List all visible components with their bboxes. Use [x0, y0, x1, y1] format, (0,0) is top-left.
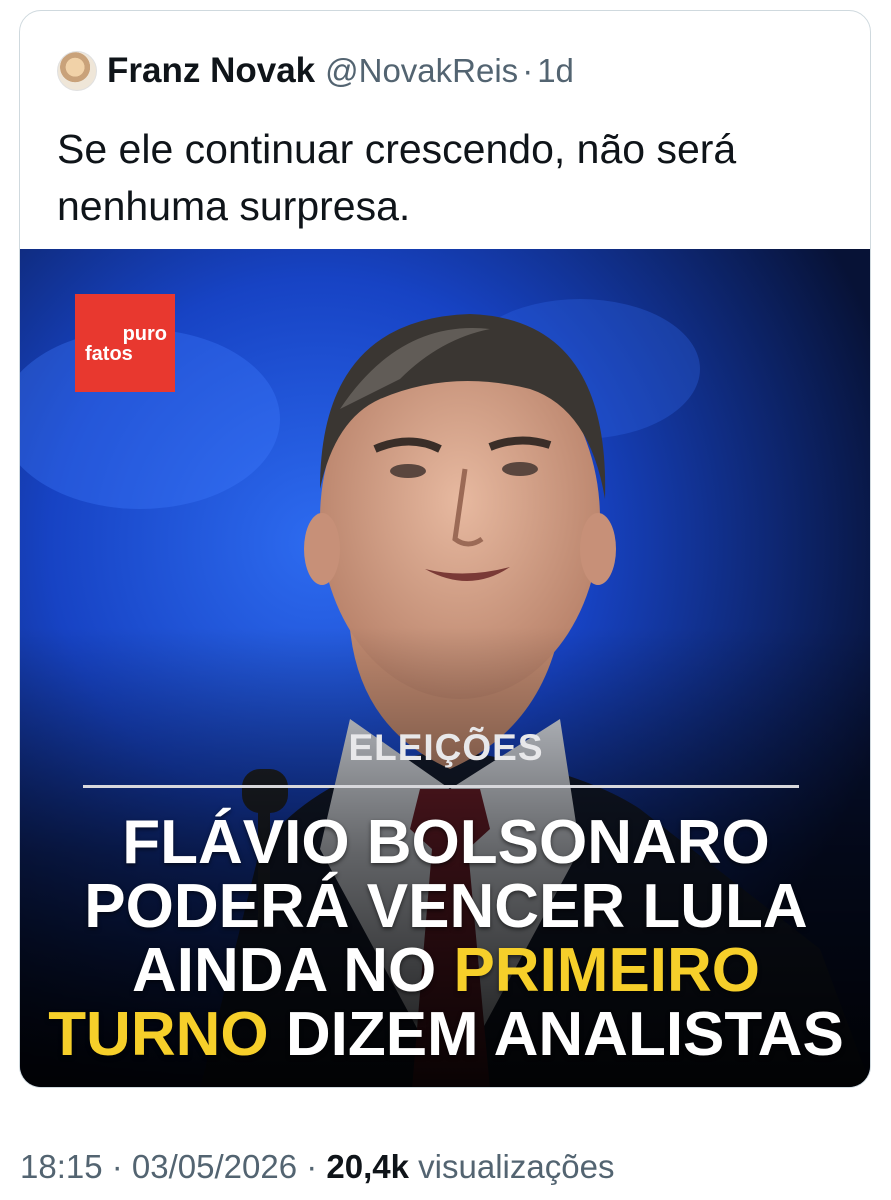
- headline-line-2: PODERÁ VENCER LULA: [84, 872, 808, 941]
- headline-divider: [83, 785, 799, 788]
- author-handle[interactable]: @NovakReis: [325, 52, 518, 90]
- views-count: 20,4k: [326, 1148, 410, 1185]
- headline-line-4-white: DIZEM ANALISTAS: [268, 1000, 844, 1069]
- headline-line-3: AINDA NO PRIMEIRO: [20, 936, 870, 1005]
- header-separator: ·: [522, 52, 534, 89]
- headline-line-1: FLÁVIO BOLSONARO: [122, 808, 770, 877]
- news-headline: FLÁVIO BOLSONARO PODERÁ VENCER LULA AIND…: [20, 808, 870, 1069]
- tweet-media-image[interactable]: puro fatos ELEIÇÕES FLÁVIO BOLSONARO POD…: [20, 249, 870, 1087]
- avatar[interactable]: [57, 51, 97, 91]
- logo-line-1: puro: [122, 323, 167, 345]
- headline-line-3-white: AINDA NO: [131, 936, 454, 1005]
- puro-fatos-logo: puro fatos: [75, 294, 175, 392]
- tweet-header: Franz Novak @NovakReis · 1d: [57, 51, 574, 91]
- tweet-text: Se ele continuar crescendo, não será nen…: [57, 126, 737, 229]
- views-label: visualizações: [409, 1148, 615, 1185]
- headline-line-4-highlight: TURNO: [48, 1000, 269, 1069]
- headline-line-4: TURNO DIZEM ANALISTAS: [20, 1000, 870, 1069]
- tweet-card[interactable]: Franz Novak @NovakReis · 1d Se ele conti…: [19, 10, 871, 1088]
- tweet-meta: 18:15 · 03/05/2026 · 20,4k visualizações: [20, 1148, 614, 1186]
- news-category: ELEIÇÕES: [348, 727, 544, 768]
- meta-separator-2: ·: [297, 1148, 327, 1185]
- tweet-time-ago[interactable]: 1d: [537, 52, 574, 90]
- logo-line-2: fatos: [85, 343, 133, 365]
- meta-separator: ·: [102, 1148, 132, 1185]
- author-name[interactable]: Franz Novak: [107, 51, 315, 91]
- headline-line-3-highlight: PRIMEIRO: [453, 936, 761, 1005]
- post-time[interactable]: 18:15: [20, 1148, 103, 1185]
- post-date[interactable]: 03/05/2026: [132, 1148, 297, 1185]
